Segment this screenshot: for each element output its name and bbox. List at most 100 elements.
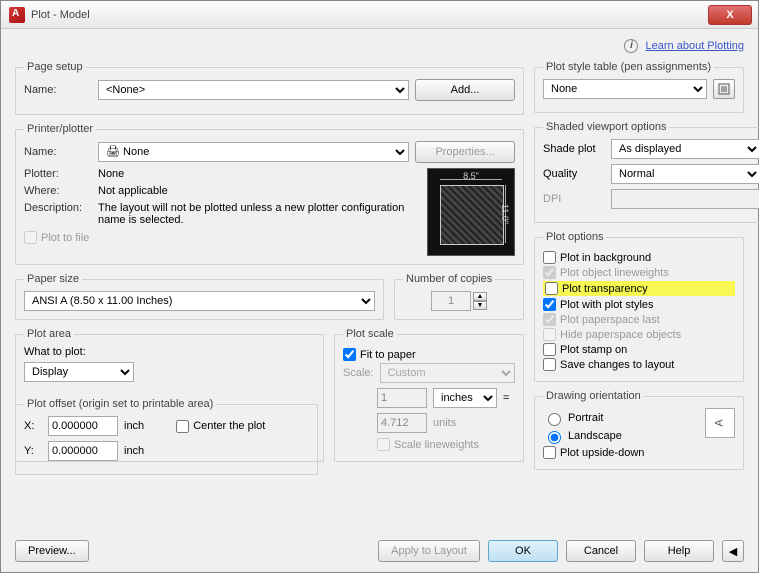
info-icon: i bbox=[624, 39, 638, 53]
scale-select: Custom bbox=[380, 363, 515, 383]
fit-to-paper-checkbox[interactable] bbox=[343, 348, 356, 361]
scale-units-label: units bbox=[433, 417, 456, 429]
pr-name-select[interactable]: 🖨 None bbox=[98, 142, 409, 162]
offset-y-unit: inch bbox=[124, 445, 144, 457]
portrait-label: Portrait bbox=[568, 412, 603, 424]
opt-stamp-checkbox[interactable] bbox=[543, 343, 556, 356]
opt-save-label: Save changes to layout bbox=[560, 359, 674, 371]
page-setup-group: Page setup Name: <None> Add... bbox=[15, 61, 524, 115]
landscape-label: Landscape bbox=[568, 430, 622, 442]
info-bar: i Learn about Plotting bbox=[15, 39, 744, 59]
plot-scale-group: Plot scale Fit to paper Scale:Custom inc… bbox=[334, 328, 524, 462]
copies-group: Number of copies ▲▼ bbox=[394, 273, 524, 320]
shaded-legend: Shaded viewport options bbox=[543, 121, 669, 133]
opt-trans-checkbox[interactable] bbox=[545, 282, 558, 295]
offset-y-label: Y: bbox=[24, 445, 42, 457]
dpi-input bbox=[611, 189, 759, 209]
quality-select[interactable]: Normal bbox=[611, 164, 759, 184]
window-title: Plot - Model bbox=[31, 9, 708, 21]
content: i Learn about Plotting Page setup Name: … bbox=[1, 29, 758, 572]
scale-lw-label: Scale lineweights bbox=[394, 439, 479, 451]
scale-unit-select[interactable]: inches bbox=[433, 388, 497, 408]
ps-name-select[interactable]: <None> bbox=[98, 80, 409, 100]
offset-y-input[interactable] bbox=[48, 441, 118, 461]
offset-x-label: X: bbox=[24, 420, 42, 432]
pr-desc-label: Description: bbox=[24, 202, 92, 214]
plot-style-legend: Plot style table (pen assignments) bbox=[543, 61, 714, 73]
what-plot-select[interactable]: Display bbox=[24, 362, 134, 382]
plot-dialog: Plot - Model X i Learn about Plotting Pa… bbox=[0, 0, 759, 573]
plot-scale-legend: Plot scale bbox=[343, 328, 397, 340]
opt-ps-label: Plot paperspace last bbox=[560, 314, 660, 326]
opt-styles-label: Plot with plot styles bbox=[560, 299, 654, 311]
upside-checkbox[interactable] bbox=[543, 446, 556, 459]
orientation-icon: A bbox=[705, 408, 735, 438]
learn-link[interactable]: Learn about Plotting bbox=[646, 40, 744, 52]
orientation-legend: Drawing orientation bbox=[543, 390, 644, 402]
portrait-radio[interactable] bbox=[548, 413, 561, 426]
pr-where-value: Not applicable bbox=[98, 185, 168, 197]
copies-down: ▼ bbox=[473, 301, 487, 310]
plot-options-group: Plot options Plot in background Plot obj… bbox=[534, 231, 744, 382]
help-button[interactable]: Help bbox=[644, 540, 714, 562]
plot-style-select[interactable]: None bbox=[543, 79, 707, 99]
fit-to-paper-label: Fit to paper bbox=[360, 349, 416, 361]
paper-size-select[interactable]: ANSI A (8.50 x 11.00 Inches) bbox=[24, 291, 375, 311]
opt-lw-checkbox bbox=[543, 266, 556, 279]
shade-plot-select[interactable]: As displayed bbox=[611, 139, 759, 159]
pr-desc-value: The layout will not be plotted unless a … bbox=[98, 202, 421, 226]
opt-hide-checkbox bbox=[543, 328, 556, 341]
quality-label: Quality bbox=[543, 168, 605, 180]
pr-where-label: Where: bbox=[24, 185, 92, 197]
scale-equals: = bbox=[503, 392, 509, 404]
close-button[interactable]: X bbox=[708, 5, 752, 25]
plot-style-group: Plot style table (pen assignments) None bbox=[534, 61, 744, 113]
collapse-button[interactable]: ◀ bbox=[722, 540, 744, 562]
opt-styles-checkbox[interactable] bbox=[543, 298, 556, 311]
opt-save-checkbox[interactable] bbox=[543, 358, 556, 371]
landscape-radio[interactable] bbox=[548, 431, 561, 444]
plot-area-legend: Plot area bbox=[24, 328, 74, 340]
opt-hide-label: Hide paperspace objects bbox=[560, 329, 681, 341]
offset-x-input[interactable] bbox=[48, 416, 118, 436]
shaded-group: Shaded viewport options Shade plotAs dis… bbox=[534, 121, 759, 223]
scale-val1-input bbox=[377, 388, 427, 408]
what-plot-label: What to plot: bbox=[24, 346, 315, 358]
upside-label: Plot upside-down bbox=[560, 447, 644, 459]
opt-stamp-label: Plot stamp on bbox=[560, 344, 627, 356]
pr-plotter-label: Plotter: bbox=[24, 168, 92, 180]
center-plot-label: Center the plot bbox=[193, 420, 265, 432]
center-plot-checkbox[interactable] bbox=[176, 420, 189, 433]
opt-trans-label: Plot transparency bbox=[562, 283, 648, 295]
opt-lw-label: Plot object lineweights bbox=[560, 267, 669, 279]
copies-legend: Number of copies bbox=[403, 273, 495, 285]
preview-height: 11.0" bbox=[500, 185, 510, 243]
pr-name-label: Name: bbox=[24, 146, 92, 158]
paper-size-group: Paper size ANSI A (8.50 x 11.00 Inches) bbox=[15, 273, 384, 320]
opt-bg-checkbox[interactable] bbox=[543, 251, 556, 264]
opt-bg-label: Plot in background bbox=[560, 252, 651, 264]
plot-style-edit-button[interactable] bbox=[713, 79, 735, 99]
titlebar[interactable]: Plot - Model X bbox=[1, 1, 758, 29]
copies-stepper: ▲▼ bbox=[431, 291, 487, 311]
offset-x-unit: inch bbox=[124, 420, 144, 432]
ps-add-button[interactable]: Add... bbox=[415, 79, 515, 101]
preview-button[interactable]: Preview... bbox=[15, 540, 89, 562]
pr-plotter-value: None bbox=[98, 168, 124, 180]
ok-button[interactable]: OK bbox=[488, 540, 558, 562]
paper-size-legend: Paper size bbox=[24, 273, 82, 285]
apply-button: Apply to Layout bbox=[378, 540, 480, 562]
footer: Preview... Apply to Layout OK Cancel Hel… bbox=[15, 534, 744, 562]
copies-input bbox=[431, 291, 471, 311]
plot-to-file-label: Plot to file bbox=[41, 232, 89, 244]
printer-group: Printer/plotter Name: 🖨 None Properties.… bbox=[15, 123, 524, 265]
plot-offset-legend: Plot offset (origin set to printable are… bbox=[24, 398, 216, 410]
orientation-group: Drawing orientation Portrait Landscape P… bbox=[534, 390, 744, 470]
plot-to-file-checkbox bbox=[24, 231, 37, 244]
plot-offset-group: Plot offset (origin set to printable are… bbox=[15, 398, 318, 475]
cancel-button[interactable]: Cancel bbox=[566, 540, 636, 562]
copies-up: ▲ bbox=[473, 292, 487, 301]
scale-val2-input bbox=[377, 413, 427, 433]
page-setup-legend: Page setup bbox=[24, 61, 86, 73]
plot-options-legend: Plot options bbox=[543, 231, 606, 243]
